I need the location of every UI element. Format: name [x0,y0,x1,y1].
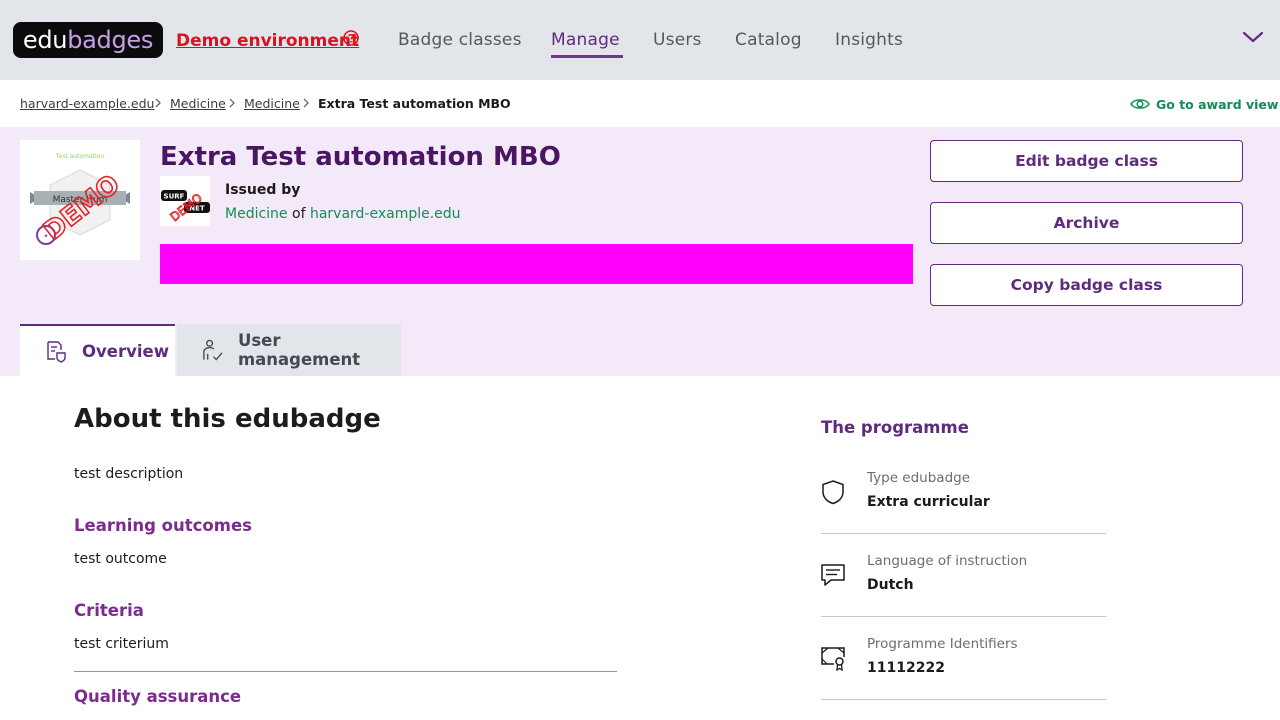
about-heading: About this edubadge [74,404,381,434]
nav-insights[interactable]: Insights [835,30,903,50]
language-label: Language of instruction [867,553,1028,569]
property-divider [821,533,1106,534]
chevron-right-icon [229,98,235,108]
chevron-right-icon [303,98,309,108]
criteria-text: test criterium [74,636,169,652]
badge-image: Test automation Master Hum ✦ DEMO [20,140,140,260]
chevron-right-icon [155,98,161,108]
placeholder-bar [160,244,913,284]
section-divider [74,671,617,672]
issuer-of-word: of [292,206,306,222]
breadcrumb-issuer[interactable]: Medicine [244,96,300,111]
breadcrumb-current: Extra Test automation MBO [318,96,511,111]
badge-artwork: Test automation Master Hum ✦ DEMO [30,153,130,248]
issuer-logo: SURF NET DEMO [160,176,210,226]
tab-overview-label: Overview [82,341,169,361]
programme-heading: The programme [821,418,969,437]
go-to-award-view-link[interactable]: Go to award view [1130,95,1278,113]
edubadges-logo[interactable]: edubadges [13,22,163,58]
chat-icon [821,564,845,586]
learning-outcomes-heading: Learning outcomes [74,516,252,535]
type-edubadge-value: Extra curricular [867,494,990,510]
demo-environment-link[interactable]: Demo environment [176,31,359,51]
certificate-icon [821,647,845,671]
criteria-heading: Criteria [74,601,144,620]
property-divider [821,699,1106,700]
nav-users[interactable]: Users [653,30,702,50]
issuer-institution-link[interactable]: harvard-example.edu [310,206,461,222]
page-title: Extra Test automation MBO [160,142,561,172]
top-navigation: edubadges Demo environment Badge classes… [0,0,1280,80]
user-management-icon [203,339,223,361]
nav-badge-classes[interactable]: Badge classes [398,30,522,50]
edit-badge-class-button[interactable]: Edit badge class [930,140,1243,182]
issuer-line: Medicine of harvard-example.edu [225,206,461,222]
issuer-faculty-link[interactable]: Medicine [225,206,288,222]
nav-catalog[interactable]: Catalog [735,30,802,50]
programme-identifiers-value: 11112222 [867,660,945,676]
logo-text-edu: edu [22,26,68,54]
language-value: Dutch [867,577,914,593]
award-view-label: Go to award view [1156,96,1279,112]
question-circle-icon[interactable] [343,30,359,46]
chevron-down-icon[interactable] [1242,30,1264,44]
nav-active-indicator [551,55,623,58]
breadcrumb-institution[interactable]: harvard-example.edu [20,96,154,111]
tab-user-management[interactable]: User management [177,324,401,376]
tab-user-management-label: User management [237,331,361,369]
badge-description: test description [74,466,184,482]
learning-outcomes-text: test outcome [74,551,167,567]
eye-icon [1130,99,1150,109]
archive-button[interactable]: Archive [930,202,1243,244]
issued-by-label: Issued by [225,182,301,198]
property-divider [821,616,1106,617]
copy-badge-class-button[interactable]: Copy badge class [930,264,1243,306]
quality-assurance-heading: Quality assurance [74,687,242,706]
breadcrumb-faculty[interactable]: Medicine [170,96,226,111]
programme-identifiers-label: Programme Identifiers [867,636,1018,652]
type-edubadge-label: Type edubadge [867,470,971,486]
issuer-logo-top-text: SURF [164,193,185,201]
tab-overview[interactable]: Overview [20,324,175,376]
overview-icon [47,341,66,363]
nav-manage[interactable]: Manage [551,30,620,50]
badge-image-caption: Test automation [55,153,104,160]
logo-text-badges: badges [67,26,154,54]
shield-icon [822,480,844,505]
